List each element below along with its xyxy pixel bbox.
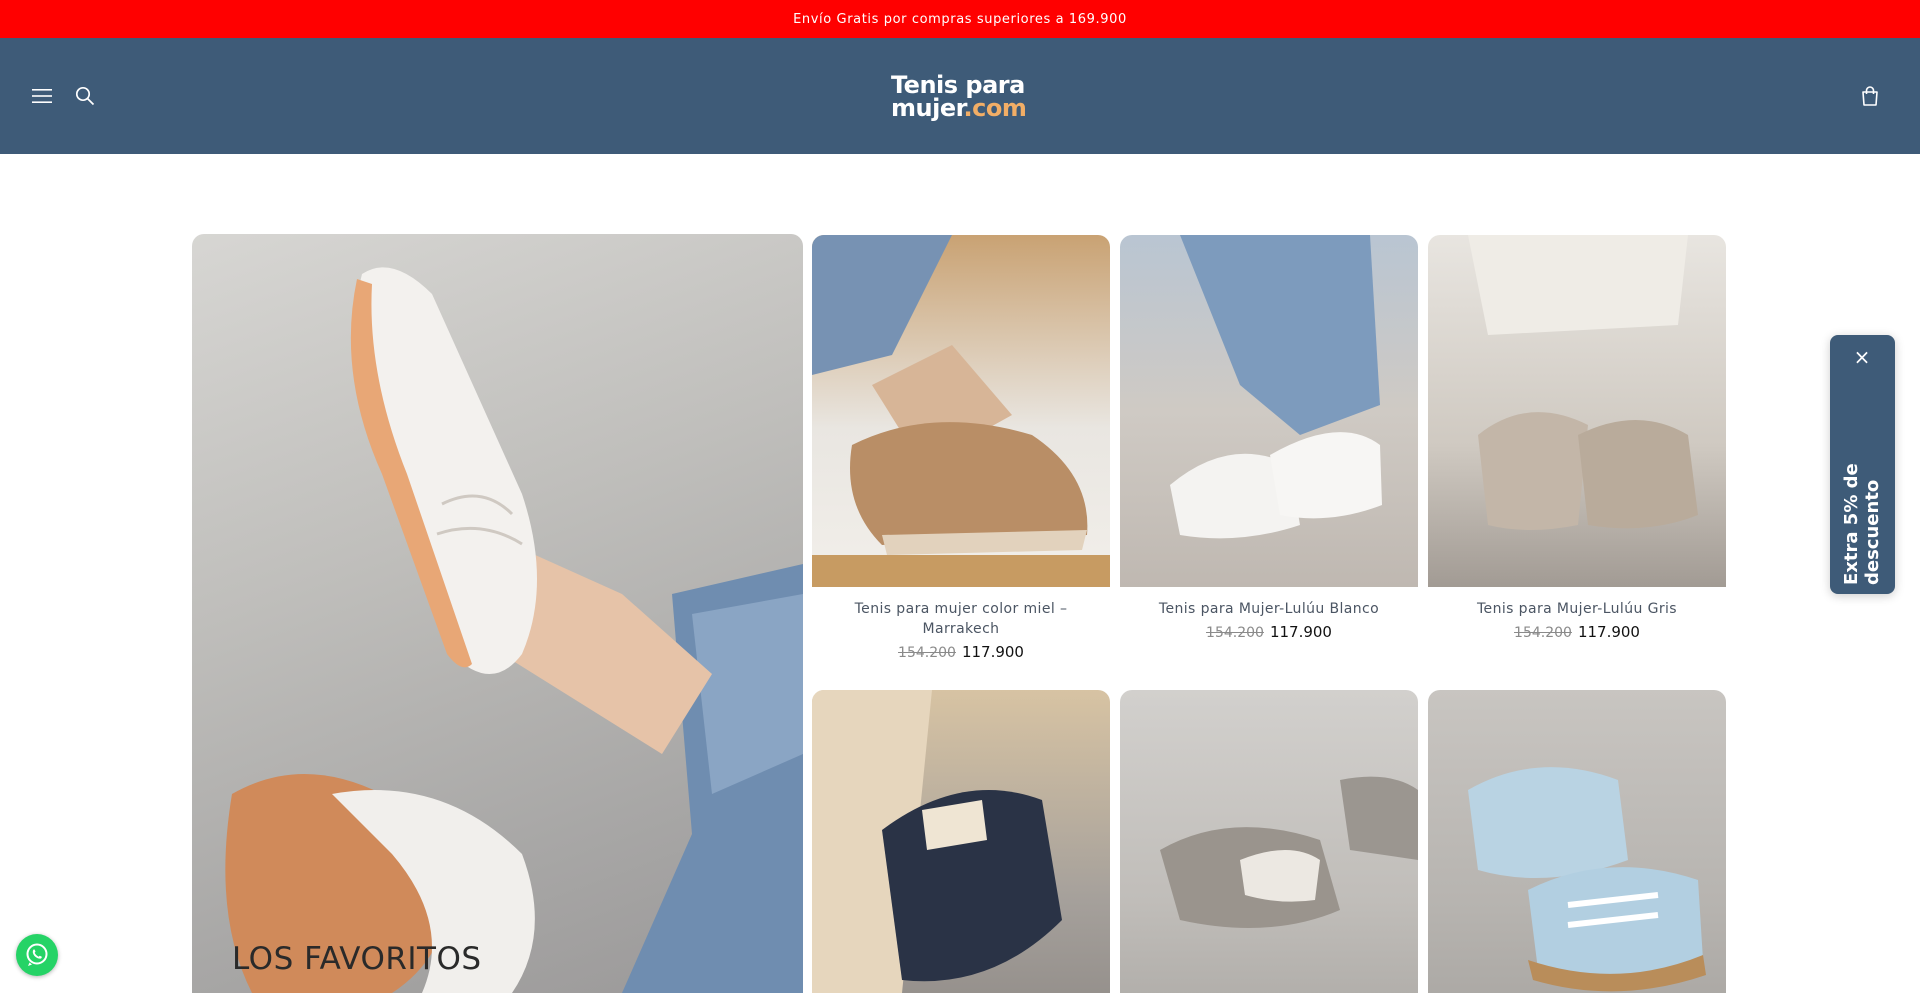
product-photo xyxy=(812,690,1062,993)
product-card[interactable]: Tenis para Mujer-Lulúu Blanco 154.200 117… xyxy=(1120,235,1418,641)
product-image[interactable] xyxy=(1428,690,1726,993)
product-prices: 154.200 117.900 xyxy=(1428,623,1726,641)
product-card[interactable]: Tenis para Mujer-Lulúu Gris 154.200 117.9… xyxy=(1428,235,1726,641)
menu-button[interactable] xyxy=(24,78,60,114)
product-image[interactable] xyxy=(812,235,1110,587)
discount-popup-tab[interactable]: × Extra 5% de descuento xyxy=(1830,335,1895,594)
product-image[interactable] xyxy=(1428,235,1726,587)
product-old-price: 154.200 xyxy=(1206,625,1264,641)
whatsapp-button[interactable] xyxy=(16,934,58,976)
site-logo[interactable]: Tenis para mujer.com xyxy=(891,73,1031,122)
discount-tab-label[interactable]: Extra 5% de descuento xyxy=(1841,375,1883,585)
logo-line2: mujer.com xyxy=(891,94,1031,122)
product-photo xyxy=(1468,767,1706,992)
product-image[interactable] xyxy=(812,690,1110,993)
whatsapp-icon xyxy=(26,943,48,966)
hero-shoe-image xyxy=(225,267,803,993)
logo-main: mujer xyxy=(891,94,964,122)
site-header: Tenis para mujer.com xyxy=(0,38,1920,154)
cart-icon xyxy=(1862,86,1878,106)
product-price: 117.900 xyxy=(1269,623,1332,641)
product-image[interactable] xyxy=(1120,235,1418,587)
product-image[interactable] xyxy=(1120,690,1418,993)
product-photo xyxy=(1160,776,1418,928)
hero-collection-banner[interactable]: LOS FAVORITOS xyxy=(192,234,803,993)
search-button[interactable] xyxy=(67,78,103,114)
product-card[interactable] xyxy=(1120,690,1418,993)
product-photo xyxy=(812,235,1110,587)
search-icon xyxy=(75,86,95,106)
product-prices: 154.200 117.900 xyxy=(812,643,1110,661)
logo-accent: .com xyxy=(963,94,1027,122)
close-icon[interactable]: × xyxy=(1850,345,1874,369)
product-photo xyxy=(1170,235,1382,539)
product-photo xyxy=(1468,235,1698,530)
announcement-bar: Envío Gratis por compras superiores a 16… xyxy=(0,0,1920,38)
announcement-text: Envío Gratis por compras superiores a 16… xyxy=(793,11,1127,27)
product-card[interactable] xyxy=(812,690,1110,993)
product-card[interactable] xyxy=(1428,690,1726,993)
product-old-price: 154.200 xyxy=(898,645,956,661)
hero-title: LOS FAVORITOS xyxy=(232,941,482,977)
product-price: 117.900 xyxy=(961,643,1024,661)
product-old-price: 154.200 xyxy=(1514,625,1572,641)
product-title[interactable]: Tenis para Mujer-Lulúu Gris xyxy=(1428,599,1726,619)
cart-button[interactable] xyxy=(1852,78,1888,114)
product-price: 117.900 xyxy=(1577,623,1640,641)
product-prices: 154.200 117.900 xyxy=(1120,623,1418,641)
hamburger-icon xyxy=(32,89,52,103)
product-title[interactable]: Tenis para Mujer-Lulúu Blanco xyxy=(1120,599,1418,619)
product-title[interactable]: Tenis para mujer color miel – Marrakech xyxy=(812,599,1110,639)
product-card[interactable]: Tenis para mujer color miel – Marrakech … xyxy=(812,235,1110,661)
